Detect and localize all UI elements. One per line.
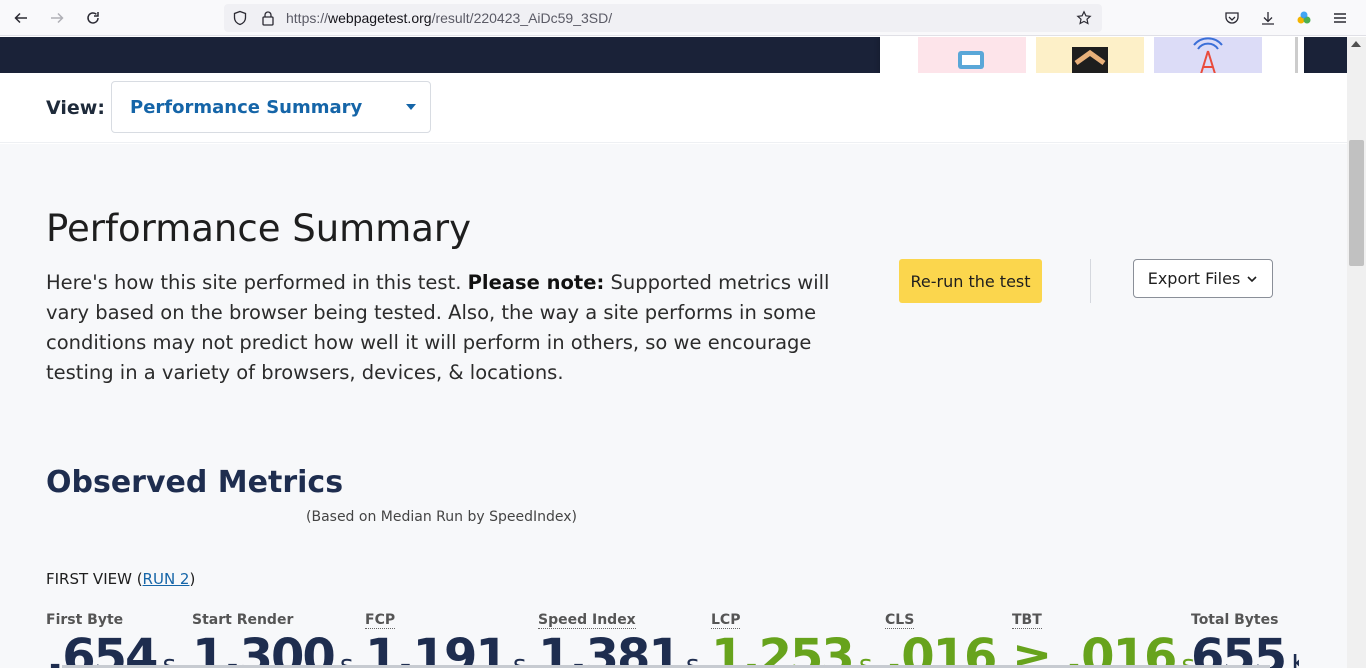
intro-start: Here's how this site performed in this t… <box>46 271 462 294</box>
url-host: webpagetest.org <box>328 10 432 26</box>
extension-icon <box>1297 11 1311 24</box>
page-title: Performance Summary <box>46 207 472 250</box>
chevron-down-icon <box>1247 275 1257 282</box>
metric-label[interactable]: TBT <box>1012 612 1042 629</box>
app-menu-button[interactable] <box>1327 6 1353 30</box>
metric-label[interactable]: FCP <box>365 612 396 629</box>
run-2-link[interactable]: RUN 2 <box>143 570 190 588</box>
metric-label: Start Render <box>192 612 294 628</box>
export-files-button[interactable]: Export Files <box>1133 259 1273 298</box>
metric-number: 655 <box>1191 629 1287 668</box>
intro-text: Here's how this site performed in this t… <box>46 268 866 388</box>
metric-value: ≥ .016 s <box>1012 629 1195 668</box>
metric-number: 1.253 <box>711 629 855 668</box>
view-select[interactable]: Performance Summary <box>111 81 431 133</box>
page: View: Performance Summary Performance Su… <box>0 37 1347 668</box>
first-view-suffix: ) <box>189 570 196 588</box>
caret-down-icon <box>406 104 416 110</box>
first-view-label: FIRST VIEW (RUN 2) <box>46 570 195 588</box>
observed-metrics-title: Observed Metrics <box>46 465 344 500</box>
metric-cls: CLS .016 <box>885 609 997 668</box>
metric-start-render: Start Render 1.300 s <box>192 609 353 668</box>
shield-icon[interactable] <box>232 10 248 26</box>
reload-icon <box>87 12 99 24</box>
metric-value: 1.381 s <box>538 629 699 668</box>
metric-label: First Byte <box>46 612 124 628</box>
pocket-icon <box>1225 12 1239 24</box>
metric-value: 1.191 s <box>365 629 526 668</box>
metric-total-bytes: Total Bytes 655KB <box>1191 609 1299 668</box>
rerun-test-button[interactable]: Re-run the test <box>899 259 1042 303</box>
url-text[interactable]: https://webpagetest.org/result/220423_Ai… <box>286 10 612 26</box>
download-icon <box>1262 12 1274 25</box>
metric-value: 655KB <box>1191 629 1299 668</box>
metric-label[interactable]: LCP <box>711 612 741 629</box>
forward-button[interactable] <box>44 6 70 30</box>
metric-lcp: LCP 1.253 s <box>711 609 872 668</box>
main-content: Performance Summary Here's how this site… <box>0 144 1347 668</box>
view-bar: View: Performance Summary <box>0 73 1347 143</box>
metric-fcp: FCP 1.191 s <box>365 609 526 668</box>
metric-unit: KB <box>1291 650 1299 668</box>
back-icon <box>14 12 27 24</box>
metric-number: ≥ .016 <box>1012 629 1177 668</box>
url-prefix: https:// <box>286 10 329 26</box>
metric-label[interactable]: Speed Index <box>538 612 636 629</box>
metric-number: 1.191 <box>365 629 509 668</box>
url-path: /result/220423_AiDc59_3SD/ <box>431 10 613 26</box>
export-files-label: Export Files <box>1147 269 1241 288</box>
metric-number: .654 <box>46 629 158 668</box>
back-button[interactable] <box>8 6 34 30</box>
intro-note-label: Please note: <box>467 271 605 294</box>
downloads-button[interactable] <box>1255 6 1281 30</box>
star-icon[interactable] <box>1076 10 1092 26</box>
metric-speed-index: Speed Index 1.381 s <box>538 609 699 668</box>
extension-button[interactable] <box>1291 6 1317 30</box>
first-view-prefix: FIRST VIEW ( <box>46 570 143 588</box>
metric-value: .654 s <box>46 629 176 668</box>
metric-number: .016 <box>885 629 997 668</box>
scroll-up-arrow-icon[interactable] <box>1351 41 1361 47</box>
lock-icon[interactable] <box>260 10 276 26</box>
metric-number: 1.300 <box>192 629 336 668</box>
metric-value: 1.300 s <box>192 629 353 668</box>
view-select-value: Performance Summary <box>130 97 363 118</box>
scrollbar-thumb[interactable] <box>1349 140 1364 266</box>
view-label: View: <box>46 97 105 119</box>
metric-value: 1.253 s <box>711 629 872 668</box>
metric-first-byte: First Byte .654 s <box>46 609 176 668</box>
page-scrollbar[interactable] <box>1347 37 1366 668</box>
observed-metrics-subtitle: (Based on Median Run by SpeedIndex) <box>306 509 577 525</box>
metric-tbt: TBT ≥ .016 s <box>1012 609 1195 668</box>
menu-icon <box>1334 13 1346 23</box>
metric-label: Total Bytes <box>1191 612 1279 628</box>
reload-button[interactable] <box>80 6 106 30</box>
metric-label[interactable]: CLS <box>885 612 915 629</box>
forward-icon <box>51 12 64 24</box>
metric-value: .016 <box>885 629 997 668</box>
button-divider <box>1090 259 1091 303</box>
browser-toolbar: https://webpagetest.org/result/220423_Ai… <box>0 0 1366 36</box>
pocket-button[interactable] <box>1219 6 1245 30</box>
url-bar[interactable]: https://webpagetest.org/result/220423_Ai… <box>224 4 1102 32</box>
metric-number: 1.381 <box>538 629 682 668</box>
